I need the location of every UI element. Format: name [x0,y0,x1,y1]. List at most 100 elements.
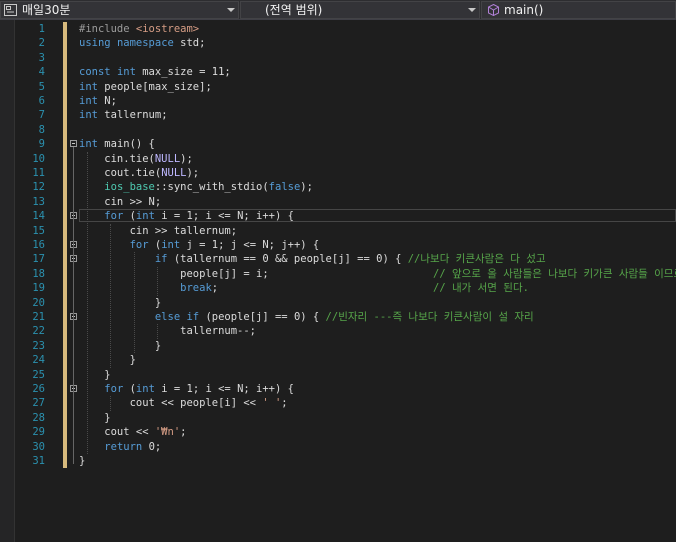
line-number: 18 [32,267,45,280]
change-marker [63,223,67,238]
code-line[interactable]: 15 cin >> tallernum; [0,223,676,238]
code-line[interactable]: 8 [0,122,676,138]
code-line[interactable]: 14 for (int i = 1; i <= N; i++) { [0,209,676,224]
code-token: people[max_size]; [104,80,212,93]
change-marker [63,295,67,310]
code-token: ; [281,397,288,410]
code-text: int tallernum; [79,108,168,122]
code-token: //빈자리 ---즉 나보다 키큰사람이 설 자리 [325,311,534,323]
code-line[interactable]: 9 int main() { [0,137,676,152]
line-number: 5 [38,80,45,93]
scope-dropdown[interactable]: (전역 범위) [240,1,480,19]
code-line[interactable]: 5 int people[max_size]; [0,79,676,94]
code-token: #include [79,23,136,35]
line-number: 1 [38,23,45,35]
code-token: cout << [79,426,155,439]
code-token: people[j] = i; [79,267,434,280]
code-text: if (tallernum == 0 && people[j] == 0) { … [79,252,546,266]
code-line[interactable]: 21 else if (people[j] == 0) { //빈자리 ---즉… [0,310,676,325]
code-line[interactable]: 30 return 0; [0,439,676,454]
line-number: 30 [32,440,45,453]
line-number: 29 [32,426,45,439]
method-icon [488,4,499,16]
code-token: } [79,455,86,467]
code-line[interactable]: 25 } [0,367,676,382]
code-token: //나보다 키큰사람은 다 섰고 [407,253,546,266]
code-line[interactable]: 27 cout << people[i] << ' '; [0,396,676,411]
code-token: if [154,253,174,266]
code-line[interactable]: 26 for (int i = 1; i <= N; i++) { [0,382,676,397]
code-text: } [79,296,161,310]
change-marker [63,94,67,109]
project-dropdown[interactable]: 매일30분 [0,1,239,19]
project-name: 매일30분 [22,3,71,17]
change-marker [63,108,67,123]
code-text: using namespace std; [79,36,205,50]
collapse-icon[interactable] [70,140,77,148]
line-number: 20 [32,296,45,309]
code-line[interactable]: 19 break; // 내가 서면 된다. [0,281,676,296]
code-token: ); [180,152,193,165]
code-line[interactable]: 16 for (int j = 1; j <= N; j++) { [0,238,676,253]
line-number: 26 [32,383,45,395]
code-token: cin >> tallernum; [79,224,238,237]
change-marker [63,22,67,37]
code-line[interactable]: 18 people[j] = i; // 앞으로 올 사람들은 나보다 키가큰 … [0,266,676,282]
code-line[interactable]: 11 cout.tie(NULL); [0,166,676,181]
code-line[interactable]: 4 const int max_size = 11; [0,65,676,80]
line-number: 6 [38,95,45,107]
code-line[interactable]: 28 } [0,410,676,426]
indent-guide [86,151,88,454]
code-text: for (int i = 1; i <= N; i++) { [79,209,294,223]
change-marker [63,79,67,94]
code-line[interactable]: 17 if (tallernum == 0 && people[j] == 0)… [0,252,676,267]
code-editor[interactable]: 1 #include <iostream> 2 using namespace std… [0,20,676,542]
change-marker [63,36,67,51]
code-token: for [104,210,130,223]
code-line[interactable]: 22 tallernum--; [0,324,676,339]
code-token: // 앞으로 올 사람들은 나보다 키가큰 사람들 이므로 [433,267,676,280]
code-line[interactable]: 24 } [0,353,676,368]
code-line[interactable]: 29 cout << '₩n'; [0,425,676,440]
code-line[interactable]: 12 ios_base::sync_with_stdio(false); [0,180,676,195]
code-token: cout.tie( [79,167,162,179]
line-number: 28 [32,411,45,424]
change-marker [63,353,67,368]
indent-guide [110,396,112,411]
indent-guide [110,223,112,368]
code-token: ); [300,181,313,194]
change-marker [63,137,67,152]
chevron-down-icon[interactable] [227,8,235,12]
code-line[interactable]: 7 int tallernum; [0,108,676,123]
code-line[interactable]: 2 using namespace std; [0,36,676,51]
code-line[interactable]: 1 #include <iostream> [0,22,676,37]
code-line[interactable]: 20 } [0,295,676,310]
code-token: cin.tie( [79,152,155,165]
code-line[interactable]: 6 int N; [0,94,676,109]
change-marker [63,396,67,411]
member-dropdown[interactable]: main() [481,1,676,19]
code-text: people[j] = i; // 앞으로 올 사람들은 나보다 키가큰 사람들… [79,267,676,281]
line-number: 15 [32,224,45,237]
line-number: 3 [38,51,45,64]
chevron-down-icon[interactable] [468,8,476,12]
change-marker [63,252,67,267]
code-token: if [186,311,206,323]
change-marker [63,410,67,426]
change-marker [63,50,67,66]
code-line[interactable]: 3 [0,50,676,66]
change-marker [63,425,67,440]
code-token: for [104,383,130,395]
code-token: cout << people[i] << [79,397,263,410]
code-line[interactable]: 10 cin.tie(NULL); [0,151,676,166]
line-number: 11 [32,167,45,179]
code-token: int [161,239,187,251]
code-line[interactable]: 23 } [0,338,676,354]
code-token: int [116,66,143,79]
code-token: tallernum; [104,109,168,122]
code-text: int people[max_size]; [79,80,212,94]
code-token: using [79,37,117,50]
code-line[interactable]: 13 cin >> N; [0,194,676,210]
code-line[interactable]: 31} [0,454,676,469]
